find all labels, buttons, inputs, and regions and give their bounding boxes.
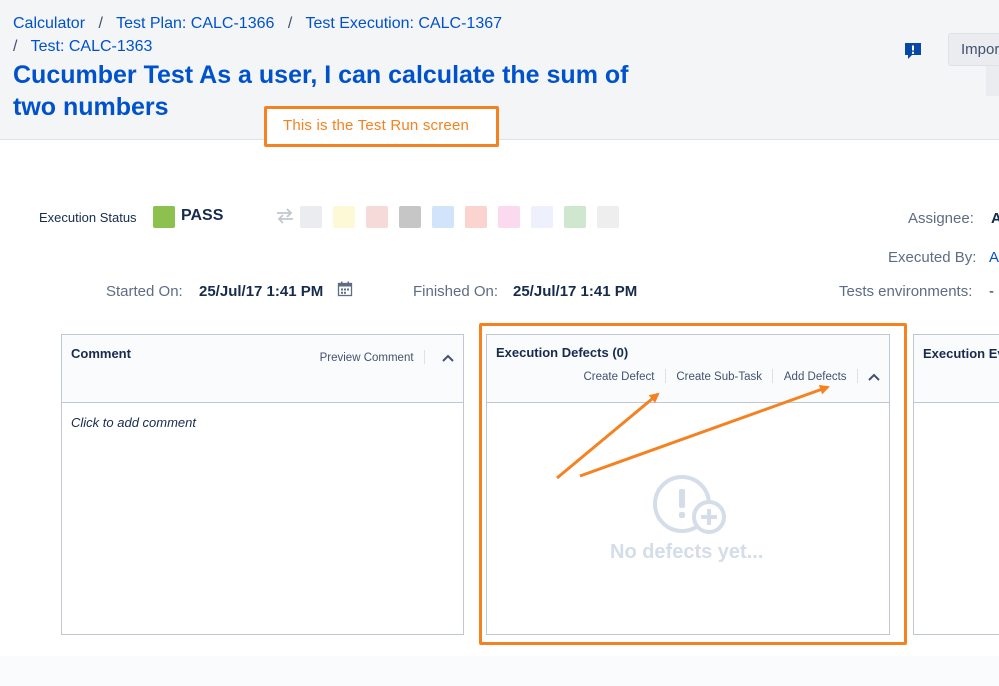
import-button[interactable]: Impor xyxy=(948,33,999,66)
status-option-swatch[interactable] xyxy=(597,206,619,228)
breadcrumb-test-execution[interactable]: Test Execution: CALC-1367 xyxy=(305,15,502,32)
execution-status-value[interactable]: PASS xyxy=(181,207,223,225)
no-defects-message: No defects yet... xyxy=(610,541,764,563)
status-option-swatch[interactable] xyxy=(432,206,454,228)
comment-placeholder[interactable]: Click to add comment xyxy=(71,415,196,430)
started-on-value: 25/Jul/17 1:41 PM xyxy=(199,283,324,300)
comment-panel: Comment Preview Comment Click to add com… xyxy=(61,334,464,635)
breadcrumb-separator: / xyxy=(287,15,293,32)
page-header: Calculator / Test Plan: CALC-1366 / Test… xyxy=(0,0,999,140)
breadcrumb-test-plan[interactable]: Test Plan: CALC-1366 xyxy=(116,15,274,32)
preview-comment-link[interactable]: Preview Comment xyxy=(320,352,414,364)
evidence-panel-header: Execution Ev xyxy=(914,335,999,403)
finished-on-value: 25/Jul/17 1:41 PM xyxy=(513,283,638,300)
header-more-area xyxy=(986,66,999,96)
breadcrumb: Calculator / Test Plan: CALC-1366 / Test… xyxy=(13,12,573,58)
comment-panel-header: Comment Preview Comment xyxy=(62,335,463,403)
evidence-panel-title: Execution Ev xyxy=(923,346,999,361)
execution-evidence-panel: Execution Ev xyxy=(913,334,999,635)
feedback-icon[interactable] xyxy=(904,42,922,60)
tests-environments-label: Tests environments: xyxy=(839,283,973,300)
status-option-swatch[interactable] xyxy=(465,206,487,228)
finished-on-label: Finished On: xyxy=(413,283,499,300)
no-defects-icon xyxy=(651,475,729,535)
breadcrumb-project[interactable]: Calculator xyxy=(13,15,85,32)
status-option-swatch[interactable] xyxy=(366,206,388,228)
breadcrumb-test[interactable]: Test: CALC-1363 xyxy=(31,38,153,55)
status-option-swatch[interactable] xyxy=(333,206,355,228)
assignee-label: Assignee: xyxy=(908,210,974,227)
executed-by-value[interactable]: A xyxy=(989,249,999,266)
swap-icon[interactable] xyxy=(274,207,296,225)
calendar-icon[interactable] xyxy=(337,281,353,297)
executed-by-label: Executed By: xyxy=(888,249,977,266)
breadcrumb-separator: / xyxy=(13,38,18,55)
action-divider xyxy=(424,349,425,364)
footer-strip xyxy=(0,656,999,686)
execution-status-label: Execution Status xyxy=(39,210,137,225)
status-option-swatch[interactable] xyxy=(531,206,553,228)
assignee-value[interactable]: A xyxy=(991,210,999,227)
status-option-swatch[interactable] xyxy=(564,206,586,228)
annotation-callout: This is the Test Run screen xyxy=(264,106,499,147)
status-option-swatch[interactable] xyxy=(498,206,520,228)
comment-panel-title: Comment xyxy=(71,346,131,361)
status-option-swatch[interactable] xyxy=(300,206,322,228)
started-on-label: Started On: xyxy=(106,283,183,300)
status-color-chip xyxy=(153,206,175,228)
chevron-up-icon[interactable] xyxy=(441,350,455,362)
status-option-swatch[interactable] xyxy=(399,206,421,228)
breadcrumb-separator: / xyxy=(98,15,103,32)
tests-environments-value: - xyxy=(989,283,994,300)
